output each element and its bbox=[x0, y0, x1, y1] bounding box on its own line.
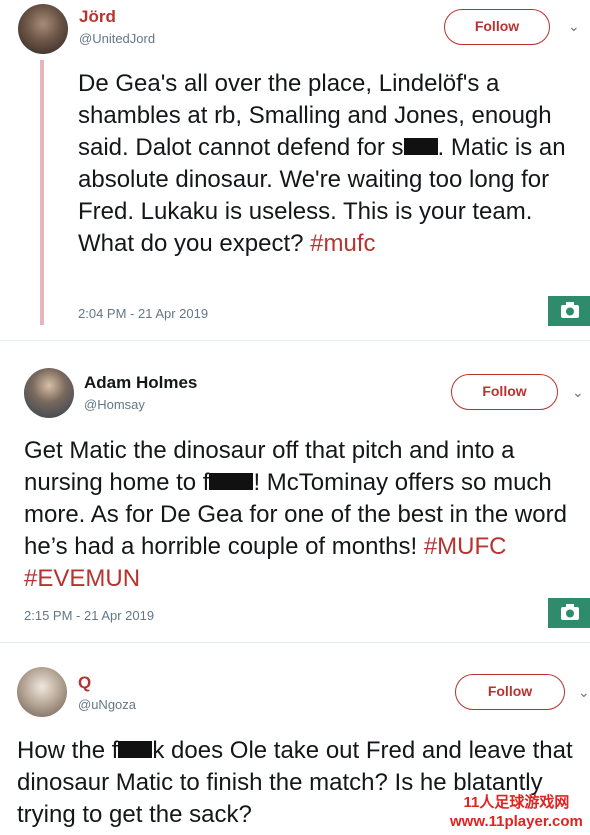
censor-bar bbox=[209, 473, 254, 490]
hashtag[interactable]: #EVEMUN bbox=[24, 565, 140, 592]
follow-button[interactable]: Follow bbox=[444, 9, 550, 45]
author-name[interactable]: Jörd bbox=[79, 7, 116, 27]
hashtag[interactable]: #mufc bbox=[310, 230, 375, 257]
camera-icon[interactable] bbox=[548, 598, 590, 628]
thread-line bbox=[40, 60, 44, 325]
divider bbox=[0, 340, 590, 341]
censor-bar bbox=[403, 138, 438, 155]
censor-bar bbox=[118, 741, 153, 758]
follow-button[interactable]: Follow bbox=[455, 674, 565, 710]
watermark: 11人足球游戏网 www.11player.com bbox=[450, 794, 583, 830]
tweet-text: De Gea's all over the place, Lindelöf's … bbox=[78, 70, 566, 257]
camera-icon[interactable] bbox=[548, 296, 590, 326]
author-name[interactable]: Adam Holmes bbox=[84, 373, 197, 393]
chevron-down-icon[interactable]: ⌄ bbox=[568, 18, 580, 35]
timestamp[interactable]: 2:15 PM - 21 Apr 2019 bbox=[24, 608, 154, 623]
timestamp[interactable]: 2:04 PM - 21 Apr 2019 bbox=[78, 306, 208, 321]
avatar[interactable] bbox=[24, 368, 74, 418]
author-handle[interactable]: @UnitedJord bbox=[79, 31, 155, 46]
tweet-text: Get Matic the dinosaur off that pitch an… bbox=[24, 437, 567, 592]
author-handle[interactable]: @uNgoza bbox=[78, 697, 136, 712]
author-handle[interactable]: @Homsay bbox=[84, 397, 145, 412]
divider bbox=[0, 642, 590, 643]
chevron-down-icon[interactable]: ⌄ bbox=[572, 384, 584, 401]
avatar[interactable] bbox=[17, 667, 67, 717]
chevron-down-icon[interactable]: ⌄ bbox=[578, 684, 590, 701]
avatar[interactable] bbox=[18, 4, 68, 54]
follow-button[interactable]: Follow bbox=[451, 374, 558, 410]
hashtag[interactable]: #MUFC bbox=[424, 533, 507, 560]
author-name[interactable]: Q bbox=[78, 673, 91, 693]
